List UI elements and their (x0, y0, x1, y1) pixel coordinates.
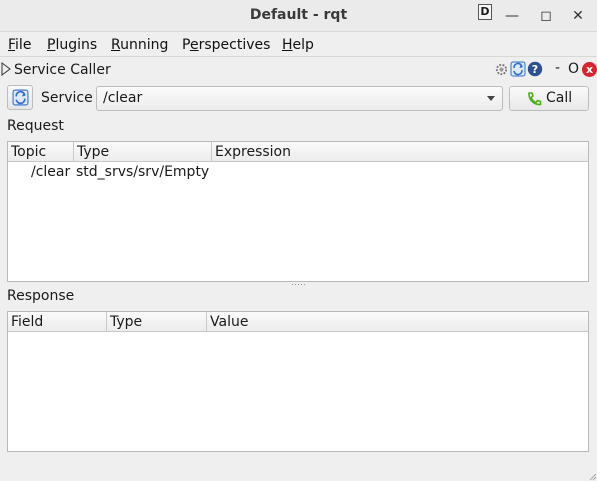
menu-help-label: elp (292, 37, 314, 53)
plugin-minimize-button[interactable]: - (555, 60, 560, 76)
chevron-down-icon (487, 96, 495, 101)
request-tree[interactable]: Topic Type Expression /clear std_srvs/sr… (7, 141, 589, 282)
title-bar: Default - rqt — ◻ ✕ (0, 0, 597, 32)
svg-text:?: ? (532, 63, 538, 76)
call-button[interactable]: Call (509, 86, 589, 111)
plugin-title: Service Caller (14, 62, 111, 78)
help-icon[interactable]: ? (527, 61, 543, 77)
request-col-topic[interactable]: Topic (8, 142, 74, 162)
request-header: Topic Type Expression (8, 142, 588, 162)
menu-perspectives[interactable]: Perspectives (182, 37, 270, 53)
response-col-type[interactable]: Type (107, 312, 207, 332)
response-tree[interactable]: Field Type Value (7, 311, 589, 452)
menu-perspectives-prefix: P (182, 37, 190, 53)
row-topic: /clear (31, 164, 71, 180)
call-label: Call (546, 90, 573, 106)
request-col-type[interactable]: Type (74, 142, 212, 162)
refresh-icon (12, 89, 29, 106)
menu-file-label: ile (15, 37, 32, 53)
close-icon[interactable]: ✕ (566, 4, 590, 28)
menu-perspectives-label: rspectives (198, 37, 271, 53)
reload-icon[interactable] (510, 61, 526, 77)
request-col-expression[interactable]: Expression (212, 142, 588, 162)
menu-running-label: unning (120, 37, 169, 53)
request-label: Request (7, 118, 64, 134)
response-header: Field Type Value (8, 312, 588, 332)
menu-perspectives-mnemonic: e (189, 37, 199, 53)
phone-icon (528, 92, 542, 106)
expand-arrow-icon[interactable] (1, 62, 11, 76)
maximize-icon[interactable]: ◻ (534, 4, 558, 28)
menu-file-mnemonic: F (8, 37, 16, 53)
service-combobox[interactable]: /clear (96, 86, 503, 111)
plugin-float-button[interactable]: O (568, 61, 579, 77)
service-label: Service (41, 90, 93, 106)
menu-running-mnemonic: R (111, 37, 121, 53)
refresh-services-button[interactable] (7, 85, 33, 110)
menu-plugins[interactable]: Plugins (47, 37, 97, 53)
plugin-close-icon[interactable]: x (582, 62, 597, 77)
menu-bar: File Plugins Running Perspectives Help (0, 33, 597, 57)
menu-help[interactable]: Help (282, 37, 314, 53)
plugin-d-button[interactable]: D (478, 4, 492, 20)
menu-running[interactable]: Running (111, 37, 168, 53)
resize-grip-icon[interactable] (587, 471, 597, 481)
response-label: Response (7, 288, 75, 304)
response-col-field[interactable]: Field (8, 312, 107, 332)
response-col-value[interactable]: Value (207, 312, 588, 332)
minimize-icon[interactable]: — (500, 4, 524, 28)
gear-icon[interactable] (494, 62, 509, 77)
menu-plugins-label: lugins (55, 37, 98, 53)
table-row[interactable]: /clear std_srvs/srv/Empty (8, 162, 588, 182)
service-value: /clear (103, 90, 143, 106)
row-type: std_srvs/srv/Empty (76, 164, 210, 180)
menu-file[interactable]: File (8, 37, 31, 53)
splitter-handle[interactable] (291, 283, 307, 286)
menu-help-mnemonic: H (282, 37, 293, 53)
